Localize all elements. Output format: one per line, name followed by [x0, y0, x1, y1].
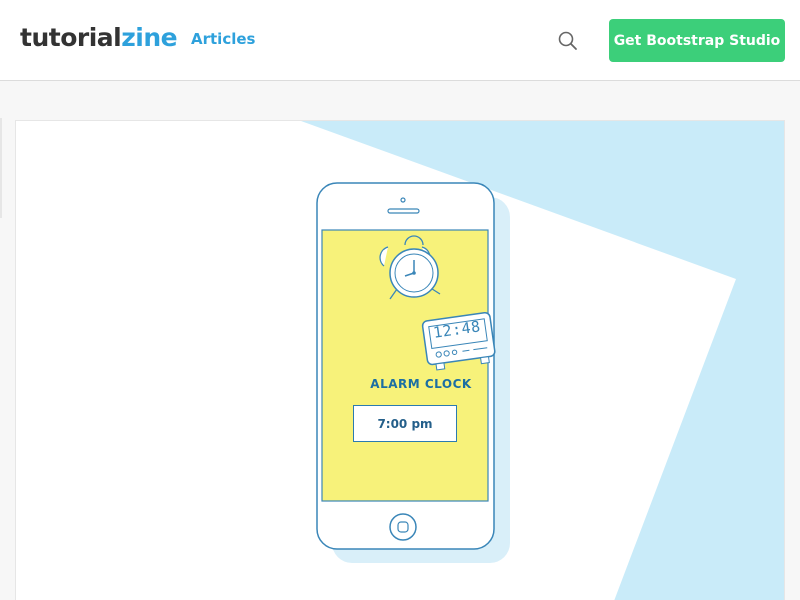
site-header: tutorialzine Articles Get Bootstrap Stud…: [0, 0, 800, 81]
app-title: ALARM CLOCK: [370, 377, 472, 391]
search-icon[interactable]: [556, 29, 580, 53]
side-edge: [0, 118, 2, 218]
logo-text-accent: zine: [121, 23, 178, 52]
nav-articles-link[interactable]: Articles: [191, 30, 255, 48]
logo[interactable]: tutorialzine: [20, 23, 178, 52]
article-hero-card[interactable]: 12:48 ALARM CLOCK 7:00 pm: [15, 120, 785, 600]
get-bootstrap-studio-button[interactable]: Get Bootstrap Studio: [609, 19, 785, 62]
alarm-time-field: 7:00 pm: [353, 405, 457, 442]
logo-text: tutorial: [20, 23, 122, 52]
hero-illustration: [301, 121, 784, 600]
